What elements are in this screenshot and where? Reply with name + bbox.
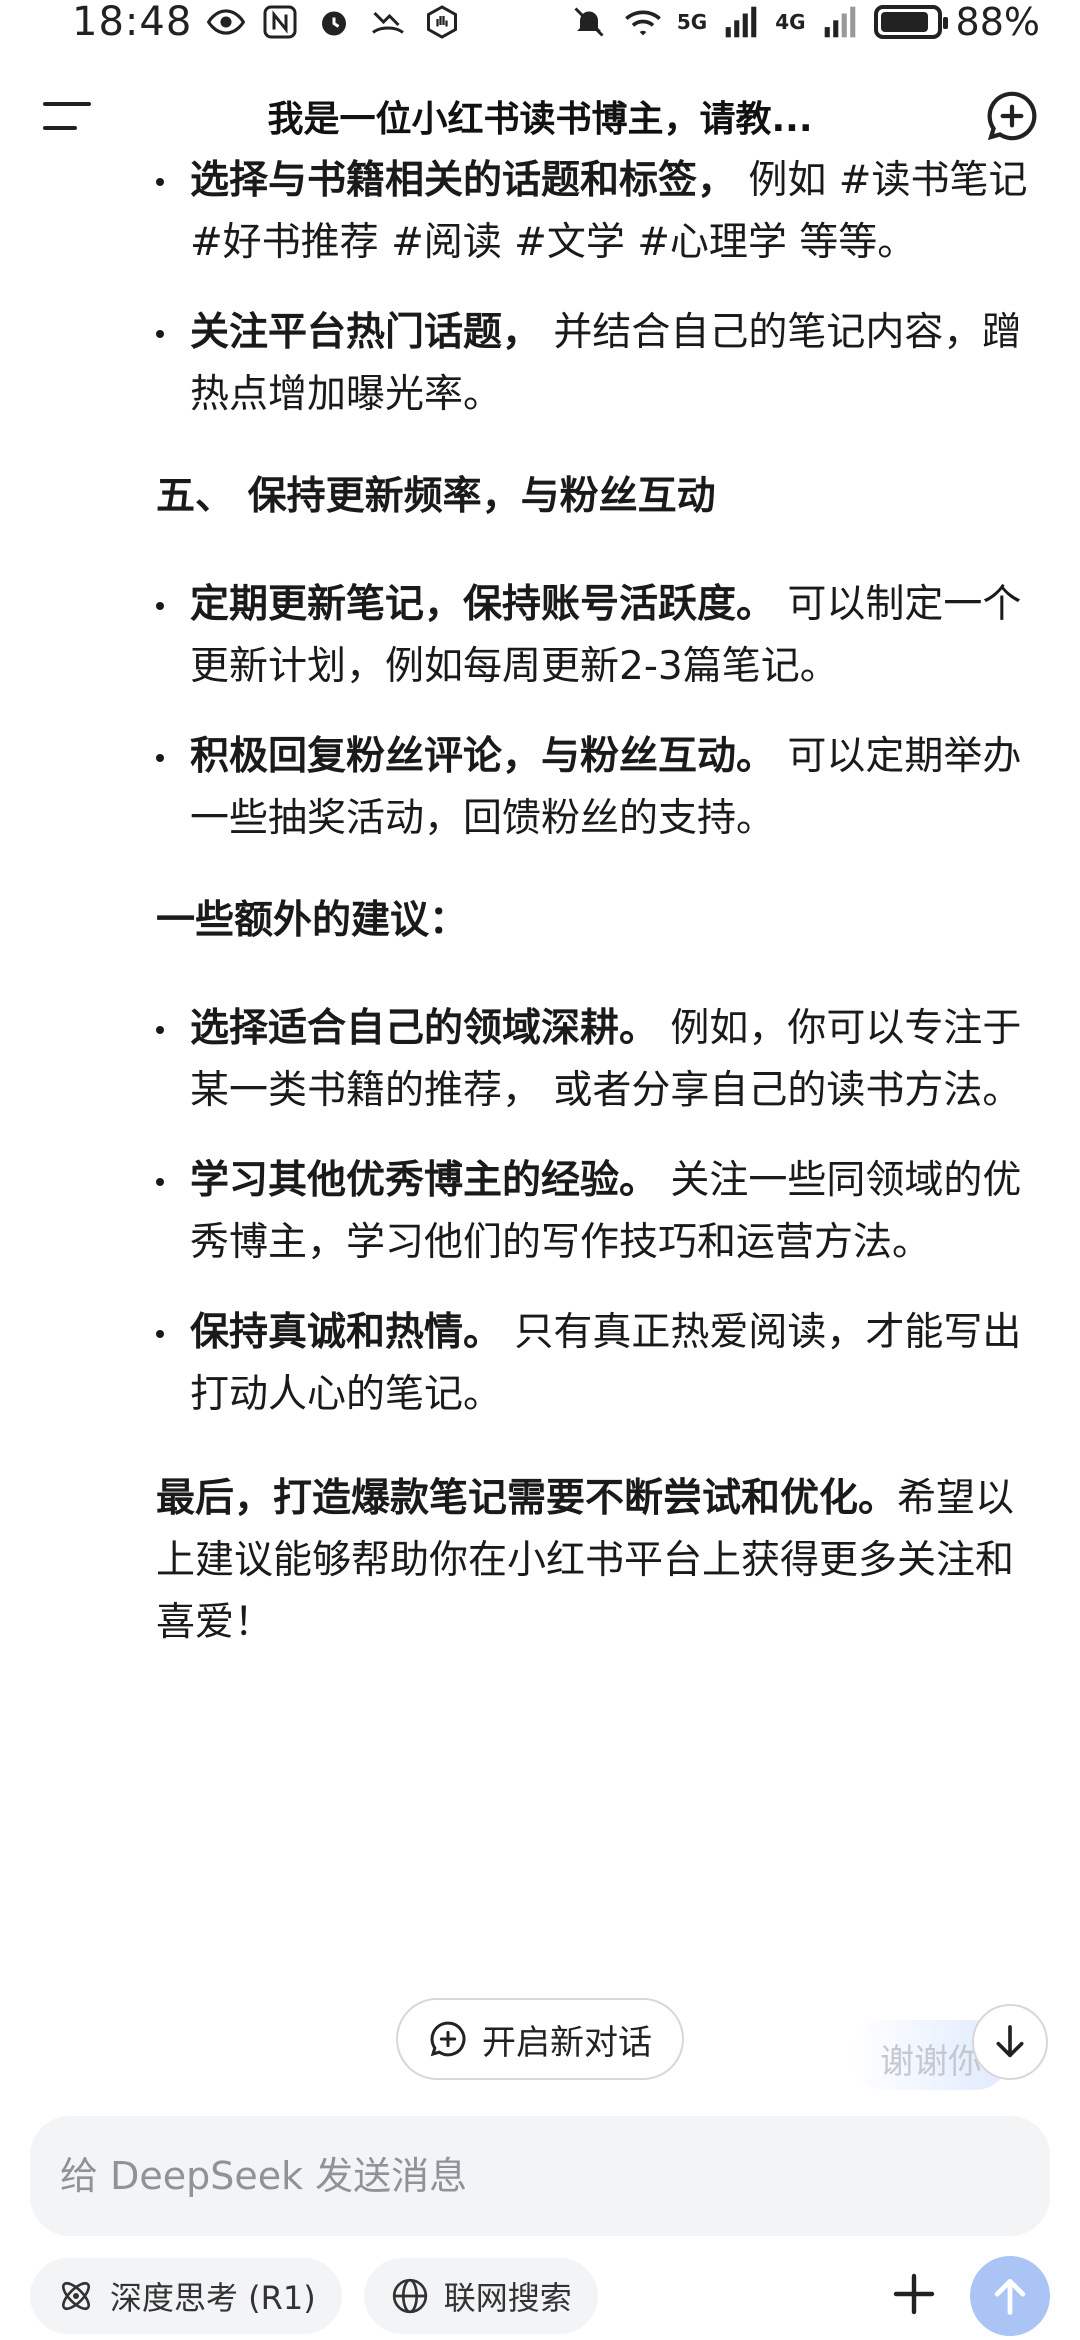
new-chat-icon [987,91,1037,141]
bullet-bold: 选择适合自己的领域深耕。 [190,1006,659,1051]
bullet-bold: 积极回复粉丝评论，与粉丝互动。 [190,734,776,779]
battery-percent: 88% [955,0,1040,44]
scroll-down-button[interactable] [972,2004,1048,2080]
battery-icon [873,5,948,39]
bullet-list-extra: 选择适合自己的领域深耕。 例如，你可以专注于某一类书籍的推荐， 或者分享自己的读… [156,998,1050,1426]
bullet-bold: 保持真诚和热情。 [190,1310,503,1355]
list-item: 保持真诚和热情。 只有真正热爱阅读，才能写出打动人心的笔记。 [156,1302,1050,1426]
message-input-container [30,2116,1050,2236]
list-item: 选择适合自己的领域深耕。 例如，你可以专注于某一类书籍的推荐， 或者分享自己的读… [156,998,1050,1122]
bullet-bold: 关注平台热门话题， [190,310,542,355]
chat-screen: 18:48 5G 4G 88% 我是一位小红书读书博主，请教... 选择与书籍相… [0,0,1080,2340]
list-item: 定期更新笔记，保持账号活跃度。 可以制定一个更新计划，例如每周更新2-3篇笔记。 [156,574,1050,698]
status-right: 5G 4G 88% [569,0,1040,44]
hand-icon [422,2,462,42]
plus-icon [893,2273,935,2315]
list-item: 关注平台热门话题， 并结合自己的笔记内容，蹭热点增加曝光率。 [156,302,1050,426]
web-search-toggle[interactable]: 联网搜索 [363,2258,598,2334]
network-4g-label: 4G [775,10,806,34]
bullet-list-tags: 选择与书籍相关的话题和标签， 例如 #读书笔记 #好书推荐 #阅读 #文学 #心… [156,150,1050,426]
status-bar: 18:48 5G 4G 88% [0,0,1080,45]
conversation-title[interactable]: 我是一位小红书读书博主，请教... [100,90,980,142]
bottom-toolbar: 深度思考 (R1) 联网搜索 [30,2256,1050,2336]
assistant-message: 选择与书籍相关的话题和标签， 例如 #读书笔记 #好书推荐 #阅读 #文学 #心… [0,150,1080,2050]
deep-think-toggle[interactable]: 深度思考 (R1) [30,2258,342,2334]
send-button[interactable] [970,2256,1050,2336]
deep-think-label: 深度思考 (R1) [110,2279,316,2317]
message-input[interactable] [60,2154,1020,2198]
closing-bold: 最后，打造爆款笔记需要不断尝试和优化。 [156,1476,898,1521]
signal-icon [820,2,860,42]
section-heading: 五、 保持更新频率，与粉丝互动 [156,474,716,519]
eye-icon [206,2,246,42]
menu-button[interactable] [36,84,100,148]
network-5g-label: 5G [676,10,708,34]
status-time: 18:48 [72,0,193,45]
nfc-icon [260,2,300,42]
new-chat-button[interactable]: 开启新对话 [396,1998,684,2080]
new-chat-label: 开启新对话 [482,2022,652,2063]
list-item: 积极回复粉丝评论，与粉丝互动。 可以定期举办一些抽奖活动，回馈粉丝的支持。 [156,726,1050,850]
bullet-list-update: 定期更新笔记，保持账号活跃度。 可以制定一个更新计划，例如每周更新2-3篇笔记。… [156,574,1050,850]
new-chat-icon [430,2021,466,2057]
alarm-icon [314,2,354,42]
send-arrow-icon [994,2278,1026,2315]
missed-call-icon [368,2,408,42]
list-item: 学习其他优秀博主的经验。 关注一些同领域的优秀博主，学习他们的写作技巧和运营方法… [156,1150,1050,1274]
bullet-bold: 选择与书籍相关的话题和标签， [190,158,737,203]
bullet-bold: 定期更新笔记，保持账号活跃度。 [190,582,776,627]
arrow-down-icon [996,2025,1024,2058]
section-heading: 一些额外的建议： [156,898,469,943]
new-chat-top-button[interactable] [980,84,1044,148]
attach-button[interactable] [876,2256,952,2332]
status-left: 18:48 [72,0,462,45]
battery-fill [880,12,929,32]
bullet-bold: 学习其他优秀博主的经验。 [190,1158,659,1203]
wifi-icon [623,2,663,42]
mute-icon [569,2,609,42]
web-search-label: 联网搜索 [443,2279,572,2317]
signal-icon [721,2,761,42]
closing-paragraph: 最后，打造爆款笔记需要不断尝试和优化。希望以上建议能够帮助你在小红书平台上获得更… [156,1468,1050,1654]
atom-icon [61,2281,91,2311]
menu-icon [43,102,91,130]
globe-icon [392,2278,427,2314]
list-item: 选择与书籍相关的话题和标签， 例如 #读书笔记 #好书推荐 #阅读 #文学 #心… [156,150,1050,274]
